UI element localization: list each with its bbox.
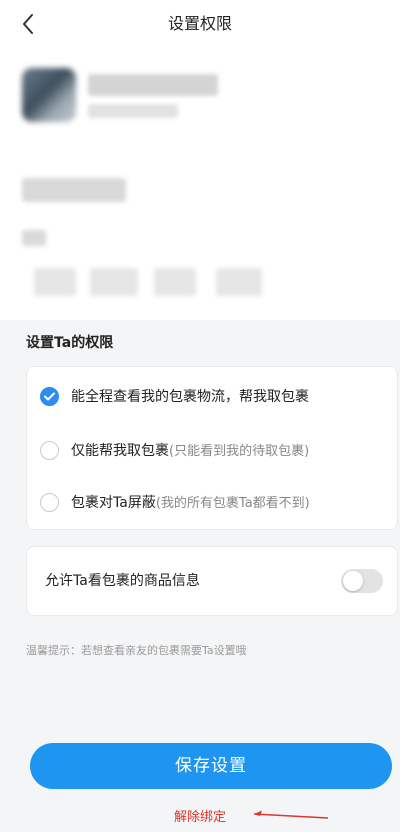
info-line-redacted [22, 230, 46, 246]
option-full-access[interactable]: 能全程查看我的包裹物流，帮我取包裹 [27, 369, 397, 423]
contact-profile [0, 48, 400, 320]
top-bar: 设置权限 [0, 0, 400, 49]
option-title: 包裹对Ta屏蔽 [71, 495, 156, 511]
option-title: 能全程查看我的包裹物流，帮我取包裹 [71, 389, 309, 405]
product-info-toggle[interactable] [341, 569, 383, 593]
info-line-redacted [22, 178, 126, 202]
option-note: (只能看到我的待取包裹) [169, 444, 310, 459]
radio-checked-icon[interactable] [40, 386, 59, 406]
permission-options: 能全程查看我的包裹物流，帮我取包裹 仅能帮我取包裹(只能看到我的待取包裹) 包裹… [26, 366, 398, 530]
contact-sub-redacted [88, 104, 178, 118]
option-note: (我的所有包裹Ta都看不到) [155, 496, 310, 511]
tag-redacted [216, 268, 262, 296]
product-info-setting: 允许Ta看包裹的商品信息 [26, 546, 398, 616]
hint-text: 温馨提示：若想查看亲友的包裹需要Ta设置哦 [26, 644, 247, 657]
option-hide-packages[interactable]: 包裹对Ta屏蔽(我的所有包裹Ta都看不到) [27, 475, 397, 529]
radio-unchecked-icon[interactable] [40, 440, 59, 460]
avatar [22, 68, 76, 122]
option-label: 包裹对Ta屏蔽(我的所有包裹Ta都看不到) [71, 492, 310, 512]
option-title: 仅能帮我取包裹 [71, 443, 169, 459]
option-pickup-only[interactable]: 仅能帮我取包裹(只能看到我的待取包裹) [27, 423, 397, 477]
tag-redacted [154, 268, 196, 296]
option-label: 能全程查看我的包裹物流，帮我取包裹 [71, 386, 309, 406]
save-button[interactable]: 保存设置 [30, 743, 392, 789]
tag-redacted [90, 268, 138, 296]
arrow-left-icon [253, 810, 329, 819]
contact-name-redacted [88, 74, 218, 96]
page-title: 设置权限 [167, 14, 232, 33]
section-title: 设置Ta的权限 [26, 335, 114, 351]
tag-redacted [34, 268, 76, 296]
unbind-link[interactable]: 解除绑定 [0, 806, 400, 825]
radio-unchecked-icon[interactable] [40, 492, 59, 512]
product-info-label: 允许Ta看包裹的商品信息 [45, 573, 200, 589]
option-label: 仅能帮我取包裹(只能看到我的待取包裹) [71, 440, 309, 460]
toggle-knob [343, 571, 363, 591]
